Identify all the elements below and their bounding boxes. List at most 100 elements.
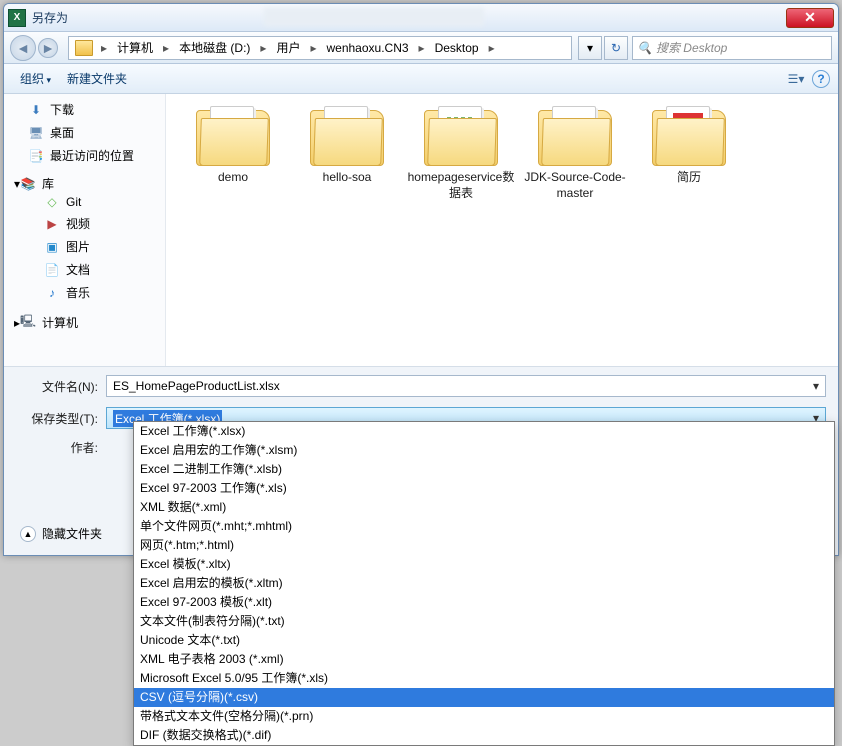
dropdown-option[interactable]: XML 数据(*.xml) (134, 498, 834, 517)
excel-icon: X (8, 9, 26, 27)
chevron-right-icon[interactable]: ▸ (415, 41, 429, 55)
sidebar-item-desktop[interactable]: 🖥桌面 (4, 121, 165, 144)
folder-icon (75, 40, 93, 56)
library-type-icon: ◇ (44, 195, 60, 209)
navigation-bar: ◄ ► ▸ 计算机 ▸ 本地磁盘 (D:) ▸ 用户 ▸ wenhaoxu.CN… (4, 32, 838, 64)
file-list[interactable]: demohello-soahomepageservice数据表JDK-Sourc… (166, 94, 838, 366)
dropdown-option[interactable]: 文本文件(制表符分隔)(*.txt) (134, 612, 834, 631)
folder-icon (652, 104, 726, 166)
folder-icon (310, 104, 384, 166)
file-item[interactable]: homepageservice数据表 (406, 104, 516, 201)
sidebar-item-label: 视频 (66, 215, 90, 232)
breadcrumb-segment[interactable]: 计算机 (111, 37, 159, 59)
chevron-right-icon[interactable]: ▸ (97, 41, 111, 55)
file-item[interactable]: 简历 (634, 104, 744, 201)
sidebar-item-downloads[interactable]: ⬇ 下载 (4, 98, 165, 121)
dropdown-option[interactable]: Excel 启用宏的工作簿(*.xlsm) (134, 441, 834, 460)
sidebar[interactable]: ⬇下载 🖥桌面 📑最近访问的位置 ▾📚库 ◇Git▶视频▣图片📄文档♪音乐 ▸🖳… (4, 94, 166, 366)
chevron-right-icon[interactable]: ▸ (256, 41, 270, 55)
dropdown-option[interactable]: CSV (逗号分隔)(*.csv) (134, 688, 834, 707)
breadcrumb-segment[interactable]: wenhaoxu.CN3 (320, 37, 414, 59)
sidebar-item-label: 下载 (50, 101, 74, 118)
close-button[interactable]: ✕ (786, 8, 834, 28)
breadcrumb-segment[interactable]: 本地磁盘 (D:) (173, 37, 256, 59)
sidebar-item-library[interactable]: ▣ 图片 (4, 235, 165, 258)
dropdown-option[interactable]: 带格式文本文件(空格分隔)(*.prn) (134, 707, 834, 726)
sidebar-item-library[interactable]: ▶ 视频 (4, 212, 165, 235)
sidebar-item-label: 桌面 (50, 124, 74, 141)
folder-icon (196, 104, 270, 166)
sidebar-group-libraries[interactable]: ▾📚库 (4, 175, 165, 192)
organize-button[interactable]: 组织 (12, 67, 59, 90)
sidebar-item-label: Git (66, 195, 81, 209)
help-button[interactable]: ? (812, 70, 830, 88)
chevron-right-icon[interactable]: ▸ (485, 41, 499, 55)
hide-folders-label: 隐藏文件夹 (42, 525, 102, 542)
sidebar-item-label: 文档 (66, 261, 90, 278)
breadcrumb-dropdown[interactable]: ▾ (578, 36, 602, 60)
library-type-icon: ▶ (44, 217, 60, 231)
search-input[interactable]: 🔍 搜索 Desktop (632, 36, 832, 60)
refresh-button[interactable]: ↻ (604, 36, 628, 60)
file-name: JDK-Source-Code-master (520, 170, 630, 201)
library-type-icon: 📄 (44, 263, 60, 277)
savetype-dropdown-list[interactable]: Excel 工作簿(*.xlsx)Excel 启用宏的工作簿(*.xlsm)Ex… (133, 421, 835, 746)
savetype-label: 保存类型(T): (16, 410, 106, 427)
file-name: demo (178, 170, 288, 186)
chevron-right-icon[interactable]: ▸ (306, 41, 320, 55)
recent-icon: 📑 (28, 149, 44, 163)
caret-up-icon: ▲ (20, 526, 36, 542)
dropdown-option[interactable]: Unicode 文本(*.txt) (134, 631, 834, 650)
view-options-button[interactable]: ☰▾ (784, 67, 808, 91)
sidebar-item-library[interactable]: ♪音乐 (4, 281, 165, 304)
file-name: hello-soa (292, 170, 402, 186)
dropdown-option[interactable]: Excel 二进制工作簿(*.xlsb) (134, 460, 834, 479)
author-label: 作者: (16, 439, 106, 456)
folder-icon (538, 104, 612, 166)
sidebar-item-label: 图片 (66, 238, 90, 255)
sidebar-item-label: 计算机 (42, 314, 78, 331)
dropdown-option[interactable]: Excel 启用宏的模板(*.xltm) (134, 574, 834, 593)
dropdown-option[interactable]: Microsoft Excel 5.0/95 工作簿(*.xls) (134, 669, 834, 688)
forward-button[interactable]: ► (38, 38, 58, 58)
dropdown-option[interactable]: XML 电子表格 2003 (*.xml) (134, 650, 834, 669)
sidebar-item-label: 音乐 (66, 284, 90, 301)
filename-label: 文件名(N): (16, 378, 106, 395)
chevron-right-icon[interactable]: ▸ (159, 41, 173, 55)
breadcrumb-segment[interactable]: 用户 (270, 37, 306, 59)
sidebar-item-label: 库 (42, 175, 54, 192)
file-name: 简历 (634, 170, 744, 186)
library-type-icon: ▣ (44, 240, 60, 254)
dropdown-option[interactable]: Excel 97-2003 工作簿(*.xls) (134, 479, 834, 498)
new-folder-button[interactable]: 新建文件夹 (59, 67, 135, 90)
sidebar-item-label: 最近访问的位置 (50, 147, 134, 164)
computer-icon: 🖳 (20, 316, 36, 330)
download-icon: ⬇ (28, 103, 44, 117)
file-item[interactable]: demo (178, 104, 288, 201)
filename-input[interactable]: ES_HomePageProductList.xlsx (106, 375, 826, 397)
toolbar: 组织 新建文件夹 ☰▾ ? (4, 64, 838, 94)
file-name: homepageservice数据表 (406, 170, 516, 201)
dropdown-option[interactable]: 网页(*.htm;*.html) (134, 536, 834, 555)
dropdown-option[interactable]: Excel 工作簿(*.xlsx) (134, 422, 834, 441)
background-window-title (264, 8, 484, 26)
breadcrumb[interactable]: ▸ 计算机 ▸ 本地磁盘 (D:) ▸ 用户 ▸ wenhaoxu.CN3 ▸ … (68, 36, 572, 60)
sidebar-item-library[interactable]: 📄 文档 (4, 258, 165, 281)
file-browser: ⬇下载 🖥桌面 📑最近访问的位置 ▾📚库 ◇Git▶视频▣图片📄文档♪音乐 ▸🖳… (4, 94, 838, 366)
dropdown-option[interactable]: Excel 模板(*.xltx) (134, 555, 834, 574)
search-placeholder: 搜索 Desktop (656, 39, 727, 56)
breadcrumb-segment[interactable]: Desktop (429, 37, 485, 59)
titlebar[interactable]: X 另存为 ✕ (4, 4, 838, 32)
back-button[interactable]: ◄ (10, 35, 36, 61)
sidebar-item-library[interactable]: ◇ Git (4, 192, 165, 212)
library-icon: 📚 (20, 177, 36, 191)
sidebar-group-computer[interactable]: ▸🖳计算机 (4, 314, 165, 331)
dropdown-option[interactable]: 单个文件网页(*.mht;*.mhtml) (134, 517, 834, 536)
sidebar-item-recent[interactable]: 📑 最近访问的位置 (4, 144, 165, 167)
folder-icon (424, 104, 498, 166)
file-item[interactable]: hello-soa (292, 104, 402, 201)
dropdown-option[interactable]: DIF (数据交换格式)(*.dif) (134, 726, 834, 745)
hide-folders-toggle[interactable]: ▲ 隐藏文件夹 (20, 525, 102, 542)
file-item[interactable]: JDK-Source-Code-master (520, 104, 630, 201)
dropdown-option[interactable]: Excel 97-2003 模板(*.xlt) (134, 593, 834, 612)
